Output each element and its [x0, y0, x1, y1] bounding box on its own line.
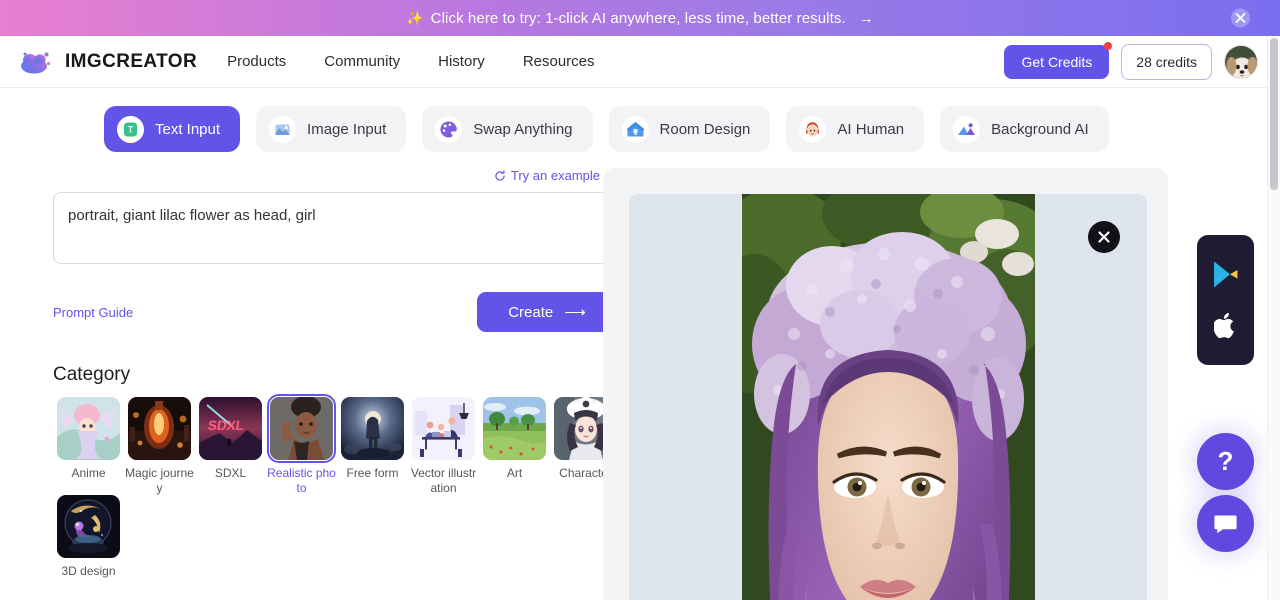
tab-swap-anything[interactable]: Swap Anything [422, 106, 593, 152]
ai-human-icon [799, 115, 827, 143]
scrollbar-thumb[interactable] [1270, 38, 1278, 190]
category-heading: Category [53, 364, 131, 385]
tab-label: Room Design [659, 120, 751, 138]
category-thumbnail [57, 495, 120, 559]
svg-text:SDXL: SDXL [207, 418, 245, 433]
category-label: Realistic photo [267, 466, 336, 495]
preview-panel [603, 168, 1168, 600]
tab-room-design[interactable]: Room Design [608, 106, 771, 152]
main-nav: Products Community History Resources [227, 53, 594, 70]
get-credits-label: Get Credits [1021, 53, 1093, 70]
right-panel [600, 168, 1256, 600]
category-item-free-form[interactable]: Free form [337, 397, 408, 495]
apple-store-button[interactable] [1213, 312, 1238, 340]
header-actions: Get Credits 28 credits [1004, 41, 1258, 80]
tab-text-input[interactable]: T Text Input [104, 106, 241, 152]
room-design-icon [621, 115, 649, 143]
category-item-realistic-photo[interactable]: Realistic photo [266, 394, 337, 495]
arrow-right-icon: ⟶ [564, 304, 586, 321]
category-item-sdxl[interactable]: SDXL SDXL [195, 397, 266, 495]
close-preview-button[interactable] [1088, 221, 1120, 253]
category-label: Free form [346, 466, 399, 480]
category-label: Art [506, 466, 523, 480]
google-play-button[interactable] [1212, 260, 1240, 290]
category-item-vector-illustration[interactable]: Vector illustration [408, 397, 479, 495]
category-thumbnail [128, 397, 191, 460]
close-icon [1235, 13, 1246, 23]
create-button-label: Create [508, 303, 554, 321]
page-scrollbar[interactable] [1267, 36, 1280, 600]
try-example-row: Try an example [53, 168, 600, 183]
create-button[interactable]: Create ⟶ [477, 292, 617, 332]
category-label: SDXL [214, 466, 247, 480]
imgcreator-logo-icon [18, 49, 56, 75]
sparkles-icon: ✨ [406, 9, 424, 26]
prompt-input[interactable] [53, 192, 617, 264]
nav-item-resources[interactable]: Resources [523, 53, 595, 70]
notification-dot [1104, 41, 1113, 50]
tab-label: Background AI [991, 120, 1089, 138]
image-input-icon [269, 115, 297, 143]
help-fab-button[interactable]: ? [1197, 433, 1254, 490]
tab-background-ai[interactable]: Background AI [940, 106, 1109, 152]
promo-banner-link[interactable]: ✨ Click here to try: 1-click AI anywhere… [406, 10, 874, 27]
category-label: Vector illustration [410, 466, 477, 495]
avatar-image [1225, 45, 1257, 78]
promo-banner[interactable]: ✨ Click here to try: 1-click AI anywhere… [0, 0, 1280, 36]
prompt-actions: Prompt Guide Create ⟶ [53, 292, 617, 332]
generated-image[interactable] [742, 194, 1035, 600]
refresh-icon [495, 169, 505, 181]
chat-icon [1214, 515, 1237, 534]
left-panel: Try an example Prompt Guide Create ⟶ Cat… [0, 168, 617, 600]
category-item-anime[interactable]: Anime [53, 397, 124, 495]
credit-balance[interactable]: 28 credits [1121, 43, 1212, 80]
tab-label: Text Input [155, 120, 221, 138]
app-header: IMGCREATOR Products Community History Re… [0, 36, 1280, 88]
help-label: ? [1217, 446, 1234, 476]
nav-item-history[interactable]: History [438, 53, 485, 70]
background-ai-icon [953, 115, 981, 143]
arrow-right-icon: → [858, 9, 874, 27]
brand-logo[interactable]: IMGCREATOR [18, 49, 197, 75]
tab-label: Image Input [307, 120, 387, 138]
category-thumbnail: SDXL [199, 397, 262, 460]
category-label: 3D design [61, 564, 116, 579]
category-grid: Anime Magic journey SDXL SDXL Realistic … [53, 394, 633, 579]
category-label: Magic journey [125, 466, 194, 495]
try-an-example-label: Try an example [510, 168, 600, 183]
swap-anything-icon [435, 115, 463, 143]
category-thumbnail [483, 397, 546, 460]
mode-tabs: T Text Input Image Input Swap Anything R… [0, 88, 1280, 168]
preview-canvas [629, 194, 1147, 600]
main-content: Try an example Prompt Guide Create ⟶ Cat… [0, 168, 1280, 600]
google-play-icon [1213, 261, 1237, 288]
category-thumbnail [57, 397, 120, 460]
promo-banner-text: Click here to try: 1-click AI anywhere, … [430, 9, 846, 27]
app-download-rail [1197, 235, 1254, 365]
try-an-example-button[interactable]: Try an example [494, 168, 600, 183]
nav-item-community[interactable]: Community [324, 53, 400, 70]
avatar[interactable] [1224, 44, 1258, 79]
tab-label: Swap Anything [473, 120, 573, 138]
category-thumbnail [267, 394, 336, 463]
tab-label: AI Human [837, 120, 905, 138]
category-item-magic-journey[interactable]: Magic journey [124, 397, 195, 495]
nav-item-products[interactable]: Products [227, 53, 286, 70]
text-input-icon: T [117, 115, 144, 143]
chat-fab-button[interactable] [1197, 495, 1254, 552]
svg-text:T: T [128, 123, 134, 134]
category-label: Anime [71, 466, 106, 480]
apple-icon [1213, 312, 1234, 339]
category-thumbnail [412, 397, 475, 460]
prompt-guide-link[interactable]: Prompt Guide [53, 305, 133, 320]
promo-close-button[interactable] [1231, 8, 1250, 28]
category-item-3d-design[interactable]: 3D design [53, 495, 124, 579]
tab-ai-human[interactable]: AI Human [786, 106, 925, 152]
close-icon [1098, 231, 1110, 243]
category-thumbnail [341, 397, 404, 460]
brand-name: IMGCREATOR [65, 50, 198, 72]
get-credits-button[interactable]: Get Credits [1004, 41, 1113, 79]
tab-image-input[interactable]: Image Input [256, 106, 407, 152]
category-item-art[interactable]: Art [479, 397, 550, 495]
